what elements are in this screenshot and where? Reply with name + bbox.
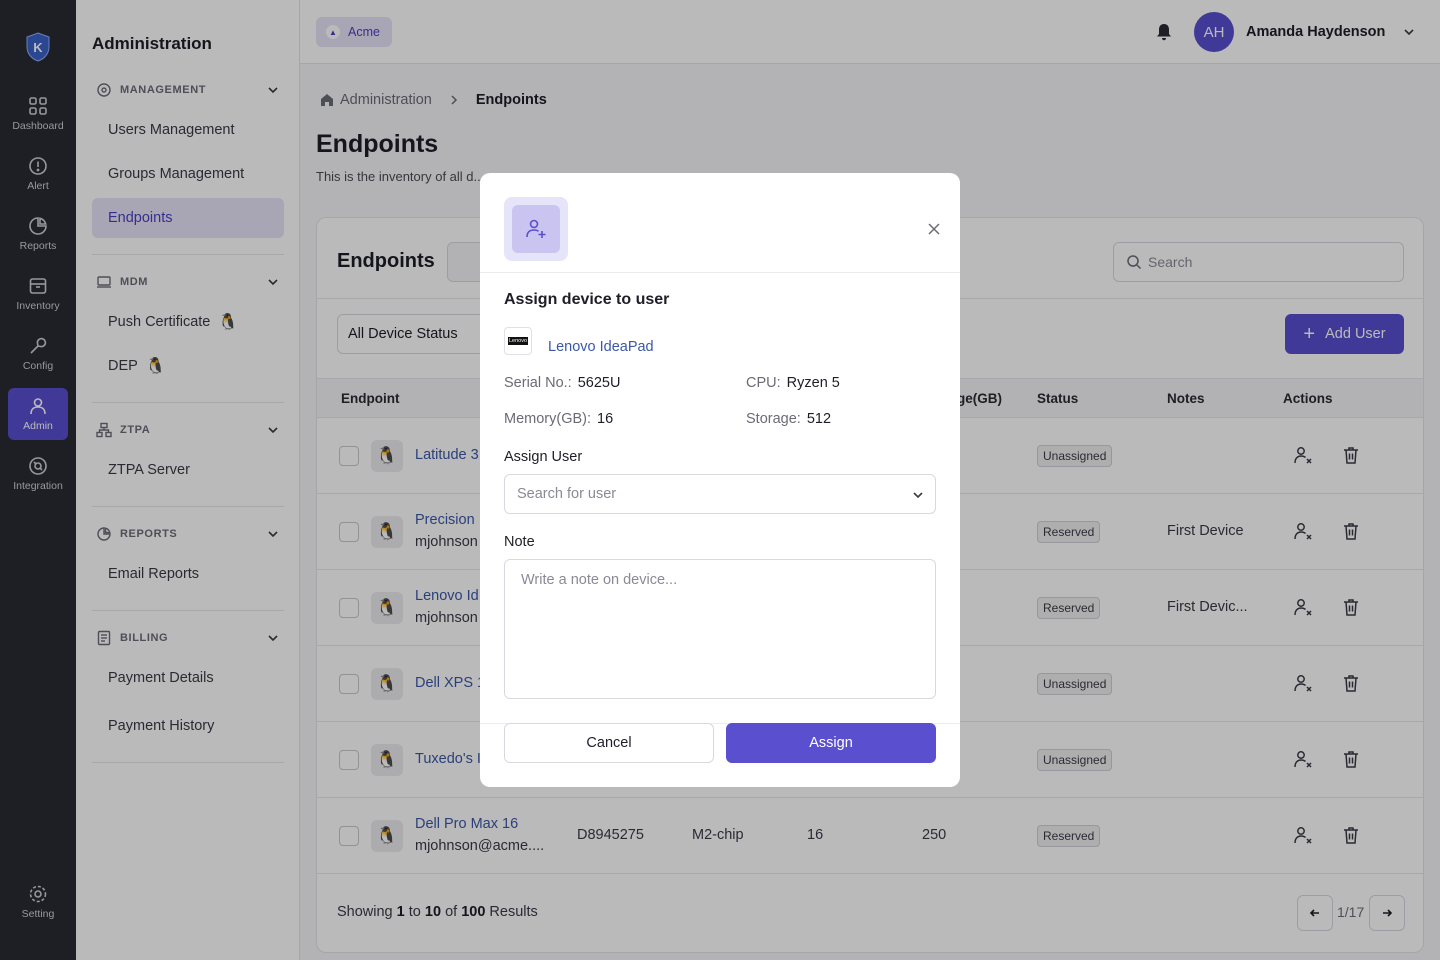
serial-spec: Serial No.: 5625U: [504, 375, 620, 391]
modal-icon-tile: [512, 205, 560, 253]
memory-value: 16: [597, 411, 614, 427]
cancel-button[interactable]: Cancel: [504, 723, 714, 763]
brand-logo-text: Lenovo: [507, 337, 529, 345]
cpu-spec: CPU: Ryzen 5: [746, 375, 840, 391]
cpu-label: CPU:: [746, 375, 781, 391]
close-icon[interactable]: [926, 221, 942, 237]
memory-spec: Memory(GB): 16: [504, 411, 613, 427]
cpu-value: Ryzen 5: [786, 375, 840, 391]
assign-button[interactable]: Assign: [726, 723, 936, 763]
user-plus-icon: [526, 219, 546, 238]
storage-label: Storage:: [746, 411, 801, 427]
assign-device-modal: Assign device to user Lenovo Lenovo Idea…: [480, 173, 960, 787]
modal-title: Assign device to user: [504, 291, 670, 308]
serial-label: Serial No.:: [504, 375, 572, 391]
modal-icon-wrap: [504, 197, 568, 261]
chevron-down-icon: [913, 492, 923, 499]
user-select-placeholder: Search for user: [517, 486, 617, 502]
memory-label: Memory(GB):: [504, 411, 591, 427]
storage-value: 512: [806, 411, 832, 427]
note-label: Note: [504, 534, 535, 550]
brand-logo: Lenovo: [504, 327, 532, 355]
assign-user-label: Assign User: [504, 449, 583, 465]
serial-value: 5625U: [577, 375, 621, 391]
user-select[interactable]: Search for user: [504, 474, 936, 514]
note-textarea[interactable]: Write a note on device...: [504, 559, 936, 699]
storage-spec: Storage: 512: [746, 411, 831, 427]
device-name[interactable]: Lenovo IdeaPad: [548, 339, 654, 355]
divider: [480, 272, 960, 273]
